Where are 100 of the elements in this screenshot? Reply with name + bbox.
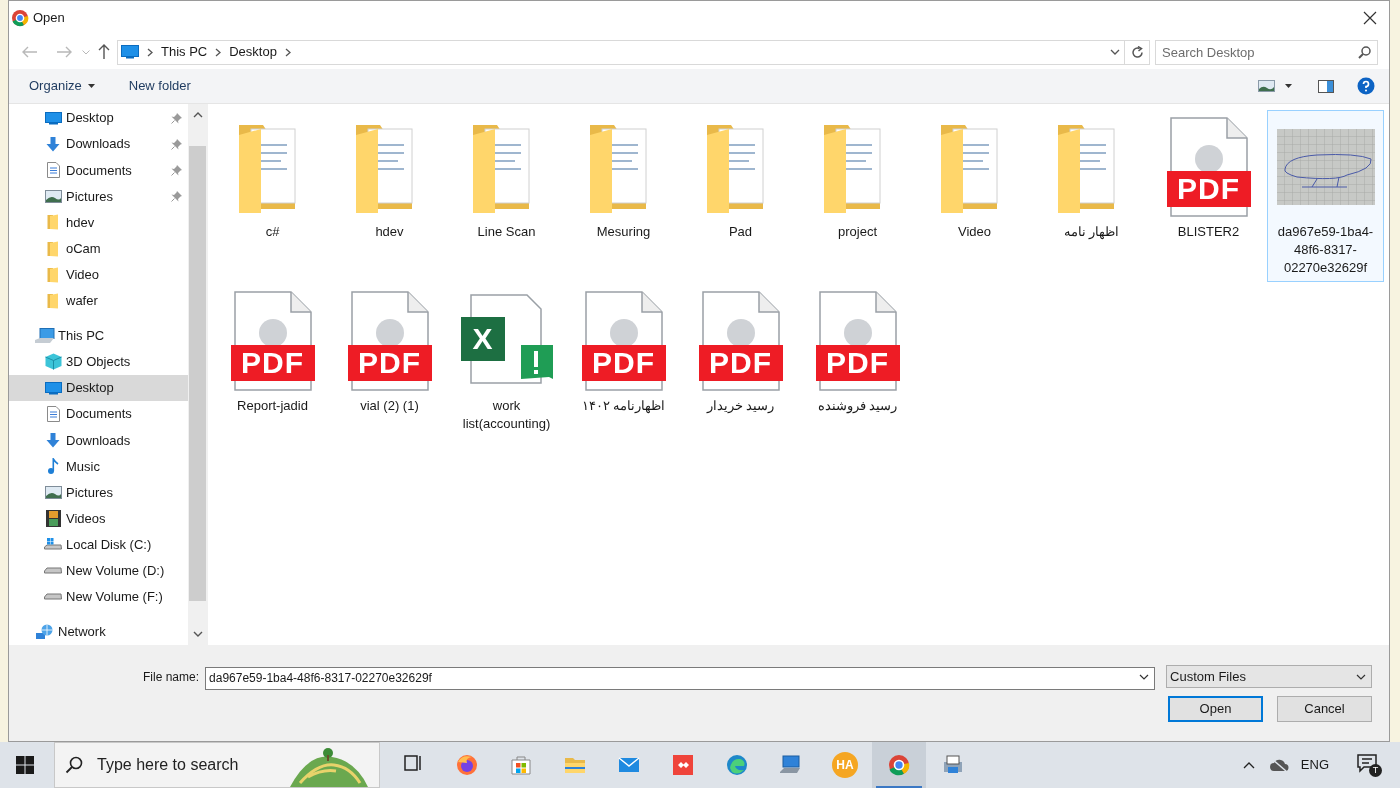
- file-item[interactable]: c#: [214, 110, 331, 282]
- picture-icon: [44, 189, 62, 203]
- file-item[interactable]: Pad: [682, 110, 799, 282]
- navigation-item[interactable]: 3D Objects: [9, 348, 188, 376]
- navigation-item[interactable]: New Volume (F:): [9, 583, 188, 610]
- music-note-icon: [47, 458, 59, 475]
- preview-pane-icon[interactable]: [1318, 79, 1334, 93]
- chevron-down-icon[interactable]: [1110, 49, 1120, 55]
- breadcrumb-item[interactable]: This PC: [161, 42, 208, 62]
- navigation-item[interactable]: Desktop: [9, 105, 188, 132]
- navigation-item[interactable]: Pictures: [9, 479, 188, 506]
- caret-icon[interactable]: [1285, 84, 1292, 88]
- file-item[interactable]: اظهار نامه: [1033, 110, 1150, 282]
- new-folder-button[interactable]: New folder: [128, 76, 191, 96]
- desktop-icon: [44, 381, 62, 395]
- file-item[interactable]: PDF Report-jadid: [214, 284, 331, 438]
- pdf-label: PDF: [825, 346, 890, 380]
- caret-icon: [87, 84, 95, 88]
- wave-browser-icon: [726, 754, 748, 776]
- folder-icon: [47, 214, 59, 231]
- navigation-item[interactable]: Music: [9, 453, 188, 480]
- navigation-item[interactable]: Video: [9, 261, 188, 288]
- chevron-up-icon[interactable]: [1242, 761, 1255, 769]
- navigation-item[interactable]: Local Disk (C:): [9, 531, 188, 558]
- document-icon: [46, 406, 60, 423]
- file-item[interactable]: Mesuring: [565, 110, 682, 282]
- document-icon: [46, 162, 60, 179]
- help-icon[interactable]: [1357, 77, 1375, 95]
- scrollbar-thumb[interactable]: [189, 146, 206, 601]
- file-type-dropdown[interactable]: Custom Files: [1166, 665, 1373, 688]
- file-item[interactable]: project: [799, 110, 916, 282]
- address-bar[interactable]: This PC Desktop: [117, 39, 1125, 65]
- hill-landscape-icon: [288, 747, 370, 787]
- navigation-item[interactable]: Network: [9, 618, 188, 646]
- file-item[interactable]: da967e59-1ba4-48f6-8317-02270e32629f: [1267, 110, 1384, 282]
- window-title: Open: [33, 9, 65, 28]
- pdf-label: PDF: [591, 346, 656, 380]
- file-item[interactable]: PDF vial (2) (1): [331, 284, 448, 438]
- file-item[interactable]: Video: [916, 110, 1033, 282]
- browser-fox-icon: [456, 754, 478, 776]
- search-icon: [65, 756, 83, 774]
- windows-drive-icon: [44, 537, 62, 552]
- file-name-label: File name:: [143, 668, 200, 686]
- pin-icon[interactable]: [171, 190, 182, 202]
- navigation-item[interactable]: New Volume (D:): [9, 557, 188, 584]
- pdf-label: PDF: [240, 346, 305, 380]
- cloud-offline-icon[interactable]: [1268, 758, 1289, 772]
- drive-icon: [44, 592, 62, 601]
- file-name-field[interactable]: da967e59-1ba4-48f6-8317-02270e32629f: [205, 666, 1156, 690]
- breadcrumb-chevron-icon: [147, 47, 153, 57]
- refresh-button[interactable]: [1125, 39, 1150, 65]
- navigation-item[interactable]: Downloads: [9, 131, 188, 158]
- picture-icon: [44, 486, 62, 499]
- shopping-bag-icon: [510, 754, 532, 776]
- computer-monitor-icon: [780, 754, 802, 776]
- scroll-down-icon[interactable]: [192, 631, 203, 637]
- cancel-button[interactable]: Cancel: [1277, 696, 1372, 722]
- chevron-down-icon: [1356, 673, 1367, 680]
- scrollbar[interactable]: [188, 104, 207, 645]
- navigation-item[interactable]: Desktop: [9, 375, 188, 402]
- breadcrumb-item[interactable]: Desktop: [229, 42, 277, 62]
- drive-icon: [44, 566, 62, 575]
- film-icon: [45, 510, 61, 528]
- breadcrumb-chevron-icon[interactable]: [284, 47, 291, 57]
- navigation-item[interactable]: Documents: [9, 401, 188, 428]
- forward-arrow-icon: [56, 46, 72, 58]
- pdf-label: PDF: [357, 346, 422, 380]
- file-item[interactable]: PDF BLISTER2: [1150, 110, 1267, 282]
- pin-icon[interactable]: [171, 164, 182, 176]
- navigation-item[interactable]: oCam: [9, 235, 188, 262]
- pin-icon[interactable]: [171, 138, 182, 150]
- navigation-item[interactable]: Pictures: [9, 183, 188, 210]
- pdf-label: PDF: [708, 346, 773, 380]
- excel-letter: X: [471, 321, 494, 357]
- file-item[interactable]: X work list(accounting): [448, 284, 565, 438]
- pdf-document-icon: [698, 291, 783, 391]
- taskbar-app-button[interactable]: [872, 742, 926, 788]
- navigation-item[interactable]: Downloads: [9, 427, 188, 454]
- breadcrumb-chevron-icon: [215, 47, 222, 57]
- navigation-item[interactable]: wafer: [9, 287, 188, 314]
- navigation-item[interactable]: This PC: [9, 322, 188, 349]
- pin-icon[interactable]: [171, 112, 182, 124]
- scroll-up-icon[interactable]: [192, 112, 203, 118]
- download-arrow-icon: [46, 136, 60, 152]
- folder-icon: [47, 292, 59, 309]
- navigation-item[interactable]: Videos: [9, 505, 188, 532]
- file-item[interactable]: Line Scan: [448, 110, 565, 282]
- folder-icon: [47, 240, 59, 257]
- organize-menu-button[interactable]: Organize: [27, 76, 97, 96]
- file-item[interactable]: hdev: [331, 110, 448, 282]
- pdf-document-icon: [347, 291, 432, 391]
- search-field[interactable]: Search Desktop: [1155, 39, 1378, 65]
- navigation-item[interactable]: Documents: [9, 157, 188, 184]
- chevron-down-icon[interactable]: [1139, 674, 1150, 680]
- navigation-item[interactable]: hdev: [9, 209, 188, 236]
- view-picture-icon[interactable]: [1258, 80, 1275, 92]
- language-indicator[interactable]: ENG: [1300, 755, 1329, 775]
- desktop-icon: [121, 45, 139, 59]
- pdf-document-icon: [581, 291, 666, 391]
- open-button[interactable]: Open: [1168, 696, 1263, 722]
